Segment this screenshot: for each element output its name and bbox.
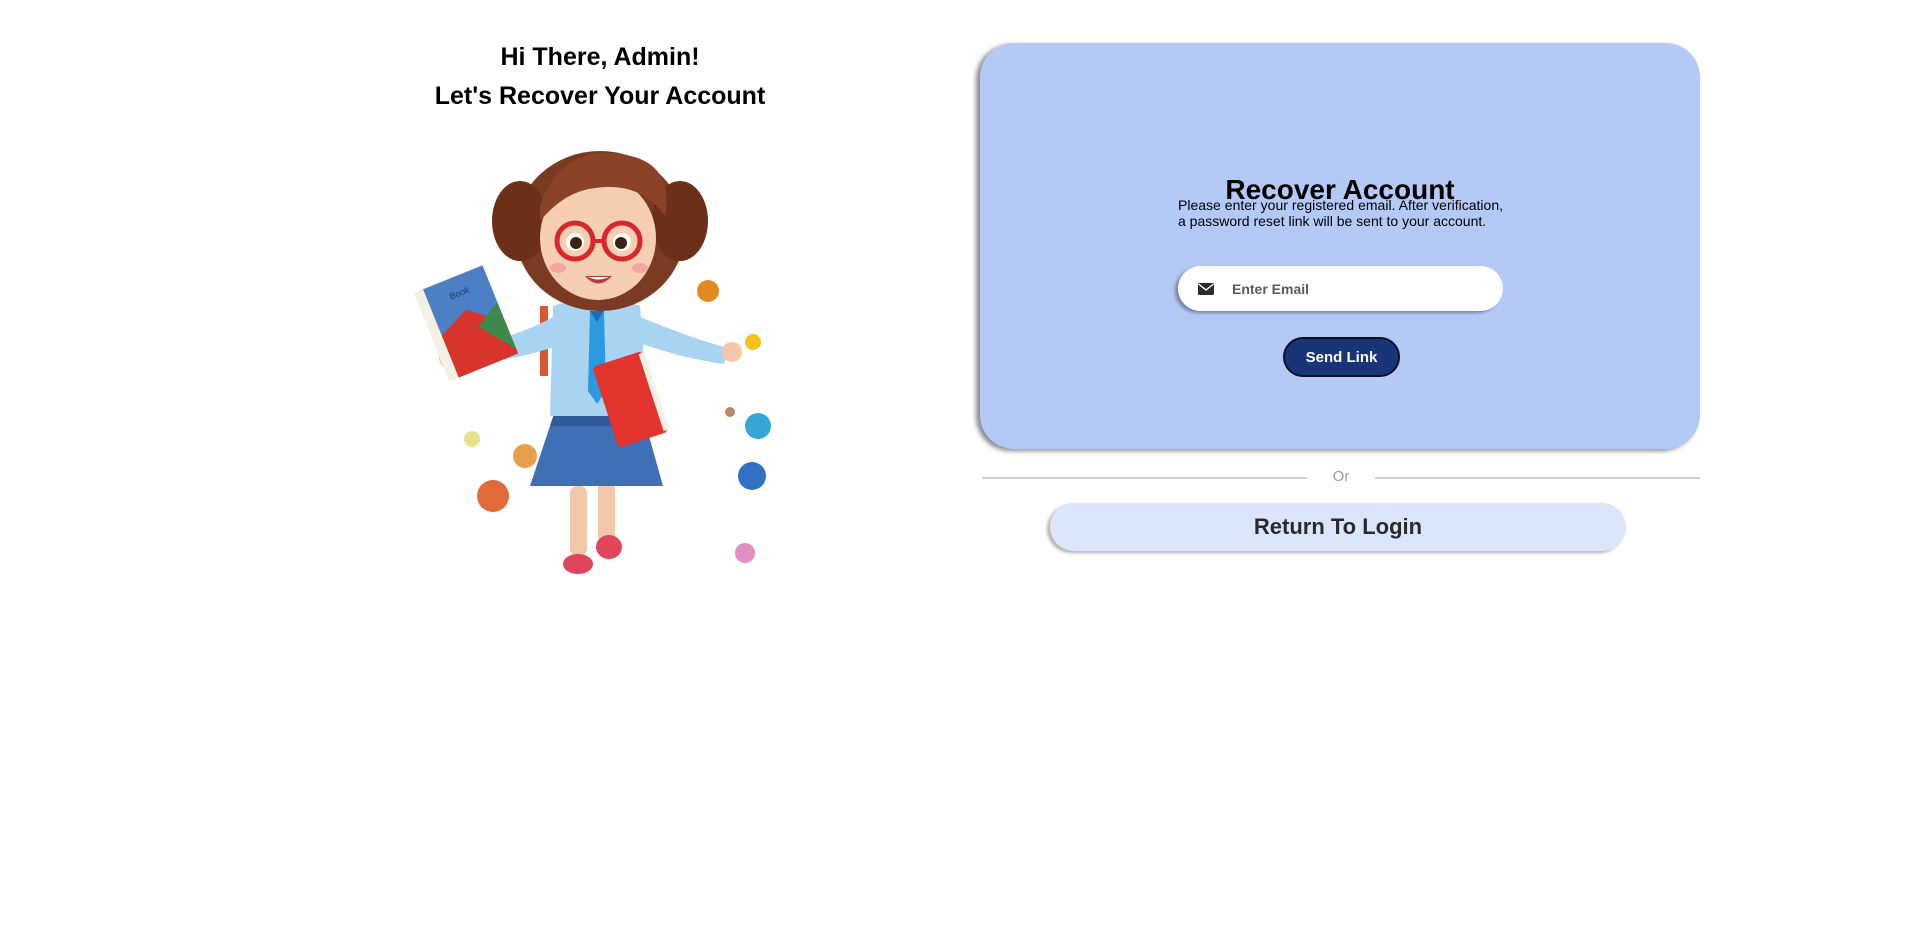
teacher-illustration: Book [390, 126, 810, 596]
card-description: Please enter your registered email. Afte… [1178, 197, 1503, 229]
email-field[interactable] [1178, 266, 1503, 311]
divider-line-right [1375, 477, 1700, 479]
teacher-cartoon-icon: Book [413, 151, 771, 574]
recover-account-card: Recover Account Please enter your regist… [980, 43, 1700, 449]
email-input[interactable] [1230, 279, 1484, 298]
greeting-title: Hi There, Admin! [500, 43, 700, 71]
greeting-panel: Hi There, Admin! Let's Recover Your Acco… [390, 38, 810, 596]
envelope-icon [1198, 282, 1214, 295]
recover-account-page: Hi There, Admin! Let's Recover Your Acco… [0, 0, 1920, 938]
return-to-login-button[interactable]: Return To Login [1050, 503, 1626, 551]
or-divider: Or [982, 468, 1700, 486]
send-link-button[interactable]: Send Link [1283, 337, 1400, 377]
greeting-subtitle: Let's Recover Your Account [434, 82, 766, 110]
